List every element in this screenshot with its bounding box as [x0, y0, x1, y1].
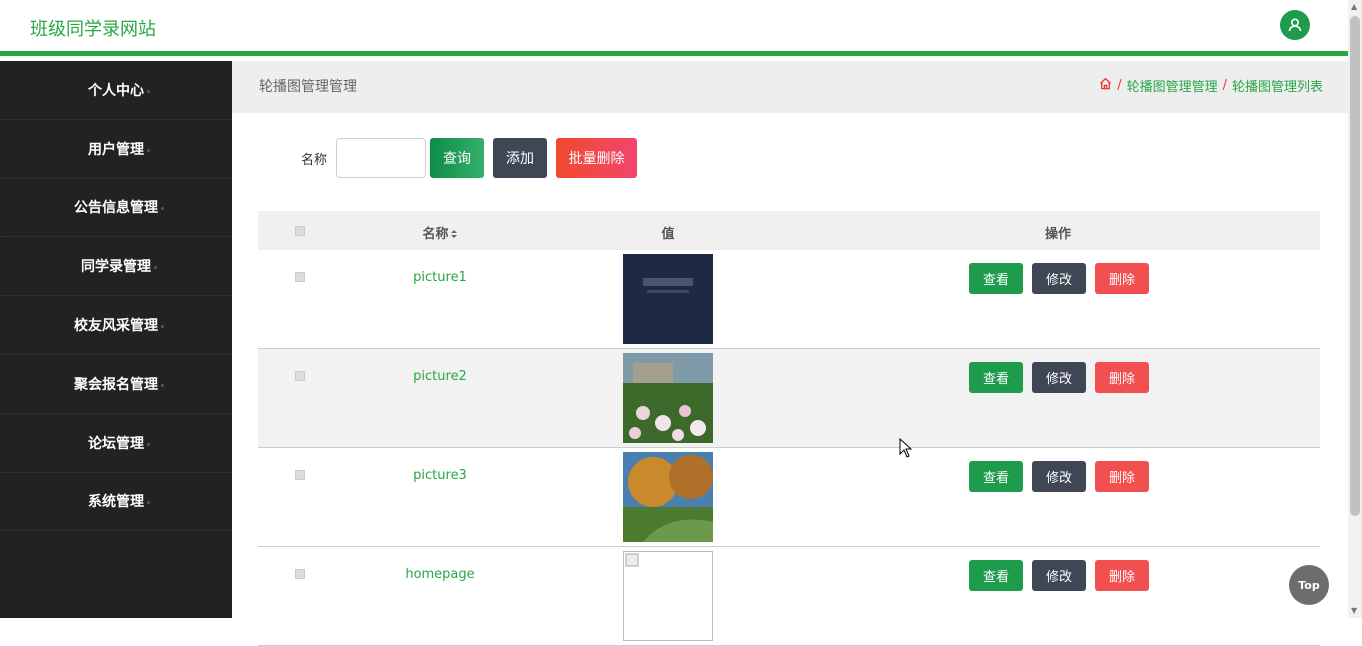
sidebar-item-forum-management[interactable]: 论坛管理 — [0, 414, 232, 473]
delete-button[interactable]: 删除 — [1095, 560, 1149, 591]
row-name: picture2 — [413, 369, 467, 384]
view-button[interactable]: 查看 — [969, 362, 1023, 393]
sidebar-item-alumni-management[interactable]: 校友风采管理 — [0, 296, 232, 355]
row-name: picture1 — [413, 270, 467, 285]
sidebar-item-label: 同学录管理 — [81, 256, 157, 276]
home-icon[interactable] — [1099, 77, 1112, 94]
page-title: 轮播图管理管理 — [259, 79, 357, 95]
top-bar: 班级同学录网站 — [0, 0, 1348, 56]
carousel-image — [623, 254, 713, 344]
sidebar-item-reunion-management[interactable]: 聚会报名管理 — [0, 355, 232, 414]
app-title: 班级同学录网站 — [30, 19, 156, 40]
table-row: picture2 查看 修改 删除 — [258, 349, 1320, 448]
carousel-image — [623, 452, 713, 542]
table-header: 名称 值 操作 — [258, 211, 1320, 250]
sidebar-item-label: 公告信息管理 — [74, 197, 164, 217]
row-name: picture3 — [413, 468, 467, 483]
table-row: picture3 查看 修改 删除 — [258, 448, 1320, 547]
sidebar-item-label: 校友风采管理 — [74, 315, 164, 335]
scrollbar-thumb[interactable] — [1350, 16, 1360, 516]
table-row: homepage 查看 修改 删除 — [258, 547, 1320, 646]
sidebar-item-label: 系统管理 — [88, 491, 150, 511]
sidebar-item-label: 论坛管理 — [88, 433, 150, 453]
edit-button[interactable]: 修改 — [1032, 461, 1086, 492]
delete-button[interactable]: 删除 — [1095, 263, 1149, 294]
sidebar-item-personal-center[interactable]: 个人中心 — [0, 61, 232, 120]
search-bar: 名称 查询 添加 批量删除 — [232, 138, 1348, 178]
data-table: 名称 值 操作 picture1 查看 修改 删除 picture2 查看 修改… — [258, 211, 1320, 646]
breadcrumb-separator: / — [1222, 78, 1227, 93]
column-header-actions: 操作 — [1044, 227, 1071, 242]
batch-delete-button[interactable]: 批量删除 — [556, 138, 637, 178]
broken-image-icon — [623, 551, 713, 641]
sidebar-item-announcement-management[interactable]: 公告信息管理 — [0, 179, 232, 238]
view-button[interactable]: 查看 — [969, 461, 1023, 492]
header-bar: 轮播图管理管理 / 轮播图管理管理 / 轮播图管理列表 — [232, 61, 1348, 113]
sidebar-item-label: 个人中心 — [88, 80, 150, 100]
row-checkbox[interactable] — [295, 569, 305, 579]
delete-button[interactable]: 删除 — [1095, 362, 1149, 393]
sidebar-item-label: 聚会报名管理 — [74, 374, 164, 394]
edit-button[interactable]: 修改 — [1032, 362, 1086, 393]
edit-button[interactable]: 修改 — [1032, 560, 1086, 591]
delete-button[interactable]: 删除 — [1095, 461, 1149, 492]
row-checkbox[interactable] — [295, 272, 305, 282]
scroll-up-icon[interactable]: ▲ — [1351, 2, 1357, 11]
search-input[interactable] — [336, 138, 426, 178]
query-button[interactable]: 查询 — [430, 138, 484, 178]
main-content: 轮播图管理管理 / 轮播图管理管理 / 轮播图管理列表 名称 查询 添加 批量删… — [232, 61, 1348, 646]
row-checkbox[interactable] — [295, 371, 305, 381]
search-label: 名称 — [301, 153, 328, 168]
sidebar-item-system-management[interactable]: 系统管理 — [0, 473, 232, 532]
add-button[interactable]: 添加 — [493, 138, 547, 178]
table-row: picture1 查看 修改 删除 — [258, 250, 1320, 349]
mouse-cursor-icon — [899, 438, 913, 458]
back-to-top-button[interactable]: Top — [1289, 565, 1329, 605]
row-name: homepage — [405, 567, 475, 582]
sidebar-item-label: 用户管理 — [88, 139, 150, 159]
breadcrumb-item[interactable]: 轮播图管理管理 — [1127, 76, 1218, 95]
scroll-down-icon[interactable]: ▼ — [1351, 606, 1357, 615]
sidebar-item-classmates-management[interactable]: 同学录管理 — [0, 237, 232, 297]
user-avatar-icon[interactable] — [1280, 10, 1310, 40]
column-header-name[interactable]: 名称 — [378, 223, 502, 242]
breadcrumb-separator: / — [1117, 78, 1122, 93]
breadcrumb: / 轮播图管理管理 / 轮播图管理列表 — [1099, 76, 1323, 95]
sidebar: 个人中心 用户管理 公告信息管理 同学录管理 校友风采管理 聚会报名管理 论坛管… — [0, 61, 232, 618]
breadcrumb-item[interactable]: 轮播图管理列表 — [1232, 76, 1323, 95]
select-all-checkbox[interactable] — [295, 226, 305, 236]
edit-button[interactable]: 修改 — [1032, 263, 1086, 294]
column-header-value: 值 — [661, 227, 675, 242]
carousel-image — [623, 353, 713, 443]
view-button[interactable]: 查看 — [969, 263, 1023, 294]
vertical-scrollbar[interactable]: ▲ ▼ — [1348, 0, 1362, 618]
view-button[interactable]: 查看 — [969, 560, 1023, 591]
sidebar-item-user-management[interactable]: 用户管理 — [0, 120, 232, 179]
row-checkbox[interactable] — [295, 470, 305, 480]
